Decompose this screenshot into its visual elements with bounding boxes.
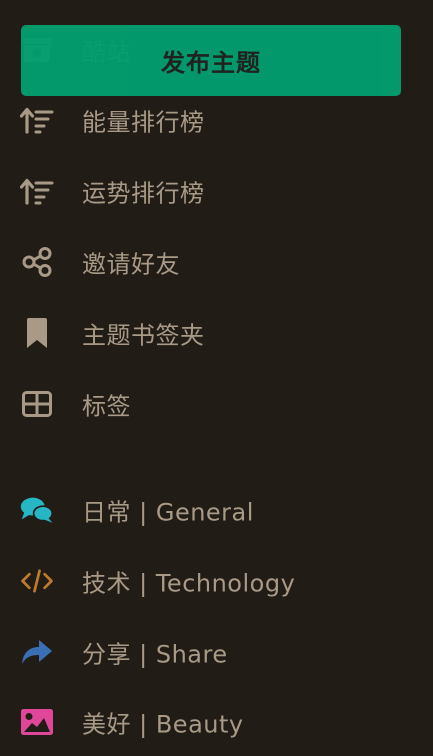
category-technology[interactable]: 技术 | Technology: [0, 553, 433, 609]
category-share[interactable]: 分享 | Share: [0, 624, 433, 680]
bookmark-icon: [20, 316, 54, 350]
sidebar-menu: 发布主题 酷站 能量排行榜: [0, 0, 433, 756]
category-label: 美好 | Beauty: [82, 710, 244, 739]
menu-item-fortune-ranking[interactable]: 运势排行榜: [0, 163, 433, 219]
publish-topic-button[interactable]: 发布主题: [21, 25, 401, 96]
menu-item-energy-ranking[interactable]: 能量排行榜: [0, 92, 433, 148]
comments-icon: [20, 493, 54, 527]
category-label: 日常 | General: [82, 498, 254, 527]
menu-item-label: 主题书签夹: [82, 321, 205, 350]
share-arrow-icon: [20, 635, 54, 669]
code-icon: [20, 564, 54, 598]
sort-arrow-icon: [20, 103, 54, 137]
category-general[interactable]: 日常 | General: [0, 482, 433, 538]
sort-arrow-icon: [20, 174, 54, 208]
menu-item-invite-friends[interactable]: 邀请好友: [0, 234, 433, 290]
category-label: 分享 | Share: [82, 640, 228, 669]
menu-item-bookmarks[interactable]: 主题书签夹: [0, 305, 433, 361]
menu-item-label: 运势排行榜: [82, 179, 205, 208]
grid-icon: [20, 387, 54, 421]
menu-item-label: 能量排行榜: [82, 108, 205, 137]
share-nodes-icon: [20, 245, 54, 279]
menu-item-label: 邀请好友: [82, 250, 180, 279]
menu-item-tags[interactable]: 标签: [0, 376, 433, 432]
category-label: 技术 | Technology: [82, 569, 296, 598]
image-icon: [20, 705, 54, 739]
menu-item-label: 标签: [82, 392, 131, 421]
category-beauty[interactable]: 美好 | Beauty: [0, 694, 433, 750]
publish-topic-label: 发布主题: [161, 49, 261, 77]
